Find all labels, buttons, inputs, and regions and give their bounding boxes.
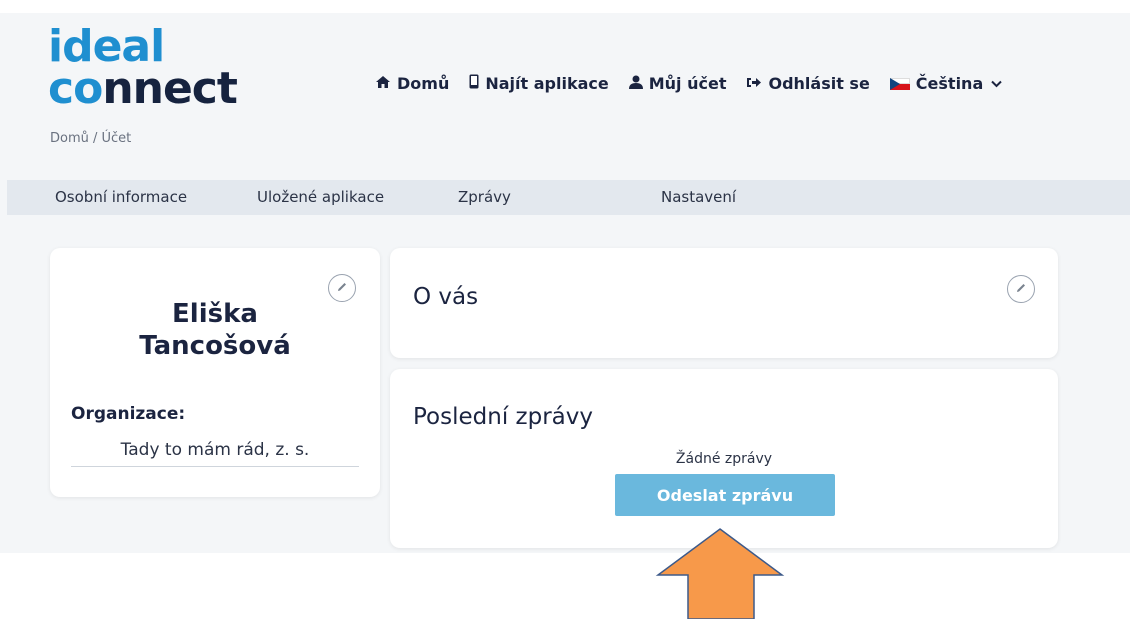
tab-personal-info[interactable]: Osobní informace bbox=[55, 188, 187, 206]
organization-value: Tady to mám rád, z. s. bbox=[71, 440, 359, 467]
about-card: O vás bbox=[390, 248, 1058, 358]
main-nav: Domů Najít aplikace Můj účet Odhlásit se… bbox=[375, 74, 1022, 93]
nav-home[interactable]: Domů bbox=[375, 74, 449, 93]
tab-saved-apps[interactable]: Uložené aplikace bbox=[257, 188, 384, 206]
czech-flag-icon bbox=[889, 77, 910, 90]
breadcrumb: Domů / Účet bbox=[50, 131, 132, 146]
profile-name: Eliška Tancošová bbox=[139, 299, 291, 361]
tab-messages[interactable]: Zprávy bbox=[458, 188, 511, 206]
profile-card: Eliška Tancošová Organizace: Tady to mám… bbox=[50, 248, 380, 497]
pencil-icon bbox=[336, 281, 348, 296]
send-message-button[interactable]: Odeslat zprávu bbox=[615, 474, 835, 516]
messages-title: Poslední zprávy bbox=[413, 404, 593, 430]
messages-card: Poslední zprávy Žádné zprávy Odeslat zpr… bbox=[390, 369, 1058, 548]
app-container: ideal connect Domů Najít aplikace Můj úč… bbox=[0, 13, 1130, 553]
nav-logout[interactable]: Odhlásit se bbox=[746, 74, 870, 93]
sign-out-icon bbox=[746, 75, 762, 93]
account-tabs: Osobní informace Uložené aplikace Zprávy… bbox=[7, 180, 1130, 215]
mobile-phone-icon bbox=[469, 74, 479, 93]
annotation-arrow-icon bbox=[655, 527, 785, 623]
language-selector[interactable]: Čeština bbox=[889, 74, 1002, 93]
tab-settings[interactable]: Nastavení bbox=[661, 188, 736, 206]
no-messages-text: Žádné zprávy bbox=[675, 451, 773, 467]
nav-my-account[interactable]: Můj účet bbox=[628, 74, 726, 93]
user-icon bbox=[628, 75, 643, 93]
chevron-down-icon bbox=[991, 77, 1002, 91]
organization-label: Organizace: bbox=[71, 404, 186, 424]
edit-about-button[interactable] bbox=[1007, 275, 1035, 303]
home-icon bbox=[375, 75, 391, 93]
pencil-icon bbox=[1015, 282, 1027, 297]
about-title: O vás bbox=[413, 284, 479, 310]
nav-find-apps[interactable]: Najít aplikace bbox=[469, 74, 609, 93]
